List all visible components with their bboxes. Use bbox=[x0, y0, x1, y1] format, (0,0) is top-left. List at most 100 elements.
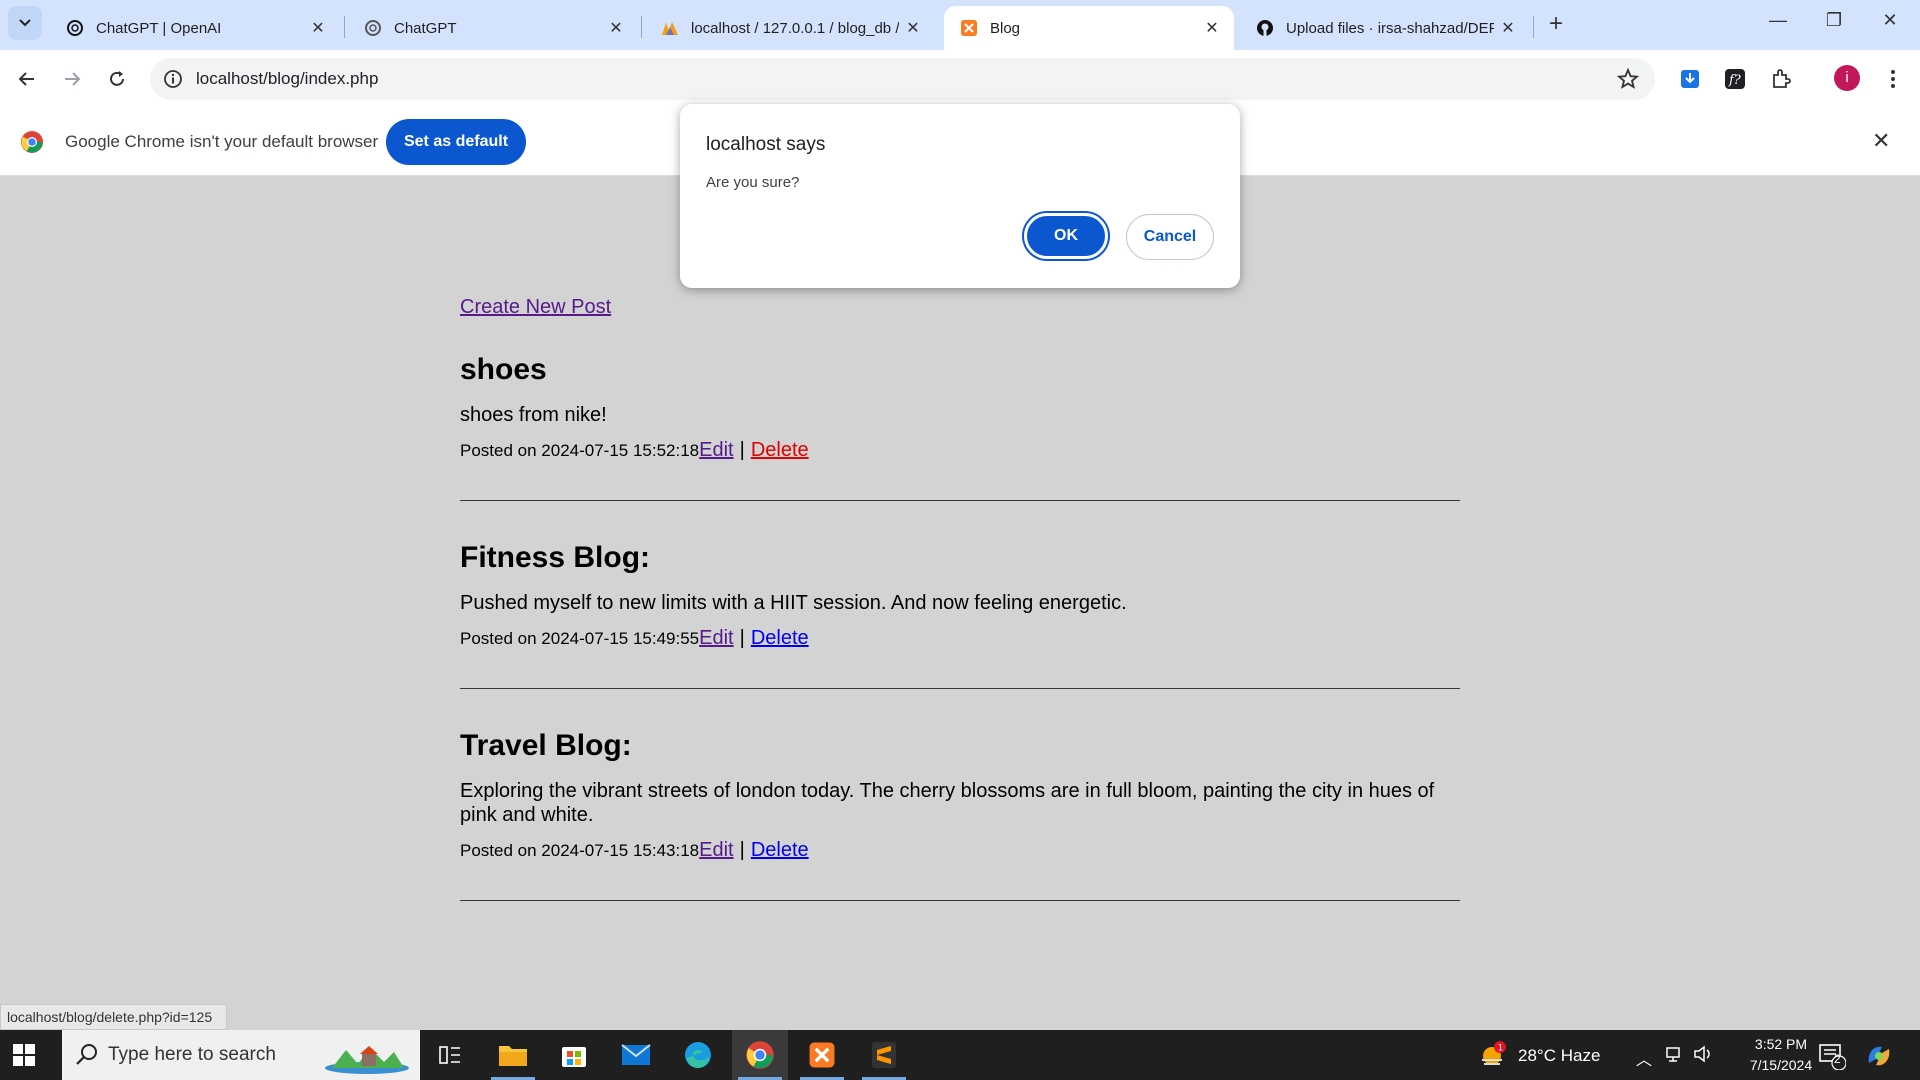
restore-icon[interactable]: ❐ bbox=[1814, 10, 1854, 31]
download-icon bbox=[1681, 70, 1699, 88]
post-date: Posted on 2024-07-15 15:52:18 bbox=[460, 441, 700, 460]
reload-icon bbox=[110, 71, 124, 86]
taskbar-search-box[interactable]: Type here to search bbox=[62, 1030, 420, 1080]
chevron-down-icon bbox=[19, 19, 31, 27]
taskbar-microsoft-store[interactable] bbox=[546, 1030, 602, 1080]
create-new-post-link[interactable]: Create New Post bbox=[460, 296, 611, 319]
post-meta: Posted on 2024-07-15 15:49:55Edit | Delete bbox=[460, 627, 1460, 650]
tab-title: ChatGPT | OpenAI bbox=[96, 19, 222, 37]
post-title: Travel Blog: bbox=[460, 729, 632, 762]
taskbar-file-explorer[interactable] bbox=[485, 1030, 541, 1080]
cancel-button[interactable]: Cancel bbox=[1126, 214, 1214, 260]
phpmyadmin-icon bbox=[662, 22, 678, 35]
taskbar-mail[interactable] bbox=[608, 1030, 664, 1080]
network-status-icon bbox=[1666, 1047, 1680, 1062]
svg-text:f?: f? bbox=[1728, 73, 1742, 88]
tab-strip: ChatGPT | OpenAI ✕ ChatGPT ✕ localhost /… bbox=[0, 0, 1920, 50]
delete-link[interactable]: Delete bbox=[751, 627, 809, 649]
post-title: shoes bbox=[460, 353, 547, 386]
volume-icon[interactable] bbox=[1693, 1045, 1713, 1068]
edit-link[interactable]: Edit bbox=[699, 839, 733, 861]
xampp-icon bbox=[961, 20, 977, 36]
close-tab-icon[interactable]: ✕ bbox=[602, 18, 630, 38]
link-status-bubble: localhost/blog/delete.php?id=125 bbox=[0, 1004, 228, 1030]
edit-link[interactable]: Edit bbox=[699, 627, 733, 649]
tab-title: Blog bbox=[990, 19, 1021, 37]
openai-icon bbox=[365, 20, 381, 36]
url-text[interactable]: localhost/blog/index.php bbox=[196, 69, 378, 89]
weather-text: 28°C Haze bbox=[1518, 1046, 1601, 1065]
search-placeholder: Type here to search bbox=[108, 1044, 276, 1065]
delete-link[interactable]: Delete bbox=[751, 839, 809, 861]
post-meta: Posted on 2024-07-15 15:52:18Edit | Delete bbox=[460, 439, 1460, 462]
kebab-menu-icon bbox=[1891, 70, 1895, 88]
chrome-menu-button[interactable] bbox=[1880, 66, 1906, 92]
post-item: Fitness Blog: Pushed myself to new limit… bbox=[460, 541, 1460, 689]
link-separator: | bbox=[739, 627, 745, 649]
close-tab-icon[interactable]: ✕ bbox=[1494, 18, 1522, 38]
browser-toolbar: localhost/blog/index.php f? i bbox=[0, 50, 1920, 108]
chrome-icon bbox=[746, 1041, 774, 1069]
github-icon bbox=[1257, 20, 1273, 36]
close-tab-icon[interactable]: ✕ bbox=[304, 18, 332, 38]
profile-avatar[interactable]: i bbox=[1834, 65, 1860, 91]
search-icon bbox=[76, 1044, 97, 1065]
reload-button[interactable] bbox=[102, 64, 132, 94]
tab-chatgpt[interactable]: ChatGPT ✕ bbox=[348, 6, 638, 50]
copilot-button[interactable] bbox=[1864, 1041, 1894, 1076]
windows-taskbar: Type here to search 1 28°C Haze ︿ 3:52 P… bbox=[0, 1030, 1920, 1080]
tab-title: Upload files · irsa-shahzad/DEP bbox=[1286, 19, 1494, 37]
taskbar-chrome[interactable] bbox=[732, 1030, 788, 1080]
close-tab-icon[interactable]: ✕ bbox=[899, 18, 927, 38]
post-item: shoes shoes from nike! Posted on 2024-07… bbox=[460, 353, 1460, 501]
windows-logo-icon bbox=[13, 1044, 35, 1066]
tab-title: ChatGPT bbox=[394, 19, 457, 37]
extensions-button[interactable] bbox=[1768, 66, 1794, 92]
close-infobar-icon[interactable]: ✕ bbox=[1872, 128, 1890, 154]
formula-icon: f? bbox=[1725, 69, 1745, 89]
weather-widget[interactable]: 1 bbox=[1478, 1040, 1508, 1075]
xampp-icon bbox=[809, 1042, 835, 1068]
post-title: Fitness Blog: bbox=[460, 541, 651, 574]
back-button[interactable] bbox=[12, 64, 42, 94]
taskbar-xampp[interactable] bbox=[794, 1030, 850, 1080]
extension-formula-button[interactable]: f? bbox=[1722, 66, 1748, 92]
set-as-default-button[interactable]: Set as default bbox=[386, 119, 526, 165]
weather-haze-icon: 1 bbox=[1482, 1041, 1506, 1065]
tab-blog[interactable]: Blog ✕ bbox=[944, 6, 1234, 50]
task-view-button[interactable] bbox=[422, 1030, 478, 1080]
puzzle-icon bbox=[1773, 69, 1791, 88]
copilot-icon bbox=[1868, 1046, 1890, 1066]
microsoft-store-icon bbox=[562, 1047, 586, 1067]
close-window-icon[interactable]: ✕ bbox=[1870, 10, 1910, 31]
minimize-icon[interactable]: — bbox=[1758, 10, 1798, 31]
new-tab-plus-icon[interactable]: + bbox=[1540, 10, 1572, 38]
tab-chatgpt-openai[interactable]: ChatGPT | OpenAI ✕ bbox=[50, 6, 340, 50]
address-bar[interactable]: localhost/blog/index.php bbox=[150, 58, 1655, 100]
link-separator: | bbox=[739, 439, 745, 461]
start-button[interactable] bbox=[12, 1043, 36, 1072]
forward-button[interactable] bbox=[57, 64, 87, 94]
dialog-message: Are you sure? bbox=[706, 174, 800, 191]
back-arrow-icon bbox=[18, 72, 34, 86]
post-item: Travel Blog: Exploring the vibrant stree… bbox=[460, 729, 1460, 901]
edit-link[interactable]: Edit bbox=[699, 439, 733, 461]
tab-phpmyadmin[interactable]: localhost / 127.0.0.1 / blog_db / ✕ bbox=[645, 6, 935, 50]
taskbar-sublime-text[interactable] bbox=[856, 1030, 912, 1080]
notification-center-button[interactable]: 2 bbox=[1818, 1042, 1847, 1075]
bookmark-star-icon[interactable] bbox=[1617, 68, 1639, 90]
tab-github[interactable]: Upload files · irsa-shahzad/DEP ✕ bbox=[1240, 6, 1530, 50]
post-date: Posted on 2024-07-15 15:43:18 bbox=[460, 841, 700, 860]
notification-icon bbox=[1819, 1044, 1847, 1071]
downloads-button[interactable] bbox=[1677, 66, 1703, 92]
tab-search-button[interactable] bbox=[8, 6, 42, 40]
close-tab-icon[interactable]: ✕ bbox=[1198, 18, 1226, 38]
site-info-icon[interactable] bbox=[163, 69, 183, 89]
network-icon[interactable] bbox=[1664, 1045, 1682, 1068]
tab-title: localhost / 127.0.0.1 / blog_db / bbox=[691, 19, 899, 37]
delete-link[interactable]: Delete bbox=[751, 439, 809, 461]
taskbar-edge[interactable] bbox=[670, 1030, 726, 1080]
show-hidden-icons-chevron-icon[interactable]: ︿ bbox=[1636, 1046, 1652, 1070]
ok-button[interactable]: OK bbox=[1024, 213, 1108, 259]
task-view-icon bbox=[439, 1046, 460, 1064]
